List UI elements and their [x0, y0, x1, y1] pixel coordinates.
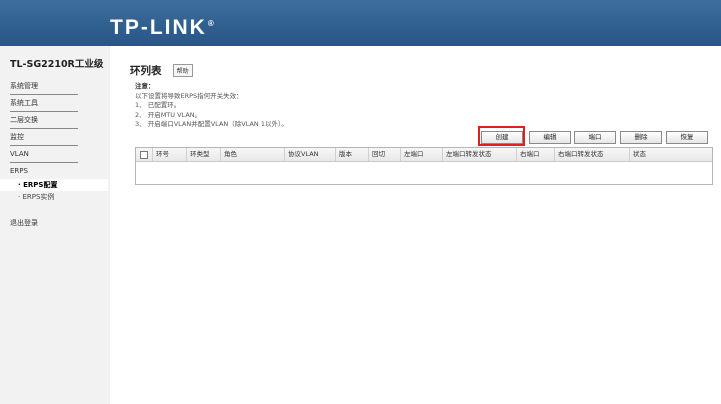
- notice-line: 1、 已配置环。: [135, 101, 181, 109]
- edit-button[interactable]: 编辑: [529, 131, 571, 144]
- sidebar-item-monitoring[interactable]: 监控: [10, 129, 78, 146]
- table-header: 环号 环类型 角色 协议VLAN 版本 回切 左端口 左端口转发状态 右端口 右…: [136, 148, 712, 162]
- notice-intro: 以下设置将导致ERPS指何开关失效：: [135, 91, 243, 100]
- select-all-checkbox[interactable]: [140, 151, 148, 159]
- column-header: 环号: [152, 148, 186, 161]
- top-banner: TP-LINK®: [0, 0, 721, 47]
- brand-name: TP-LINK: [110, 16, 207, 39]
- notice-line: 2、 开启MTU VLAN。: [135, 110, 202, 119]
- sidebar-menu: 系统管理 系统工具 二层交换 监控 VLAN ERPS · ERPS配置 · E…: [0, 78, 108, 203]
- main-content: 环列表 帮助 注意： 以下设置将导致ERPS指何开关失效： 1、 已配置环。 2…: [110, 46, 721, 404]
- restore-button[interactable]: 恢复: [666, 131, 708, 144]
- tp-link-logo: TP-LINK®: [110, 10, 214, 39]
- notice-title: 注意：: [135, 82, 155, 90]
- sidebar-item-vlan[interactable]: VLAN: [10, 146, 78, 163]
- sidebar-subitem-erps-instance[interactable]: · ERPS实例: [10, 191, 100, 203]
- column-header: 右端口转发状态: [554, 148, 629, 161]
- sidebar-item-l2-switching[interactable]: 二层交换: [10, 112, 78, 129]
- sidebar: TL-SG2210R工业级 系统管理 系统工具 二层交换 监控 VLAN ERP…: [0, 46, 110, 404]
- column-header: 状态: [629, 148, 712, 161]
- erps-submenu: · ERPS配置 · ERPS实例: [0, 179, 108, 203]
- column-header: 左端口: [400, 148, 442, 161]
- column-header: 角色: [220, 148, 284, 161]
- notice-line: 3、 开启端口VLAN并配置VLAN（除VLAN 1以外）。: [135, 120, 288, 128]
- column-header: 回切: [368, 148, 400, 161]
- port-button[interactable]: 端口: [574, 131, 616, 144]
- logout-link[interactable]: 退出登录: [10, 218, 38, 228]
- sidebar-item-system-tools[interactable]: 系统工具: [10, 95, 78, 112]
- notice-box: 注意： 以下设置将导致ERPS指何开关失效： 1、 已配置环。 2、 开启MTU…: [135, 82, 288, 130]
- column-header: 协议VLAN: [284, 148, 335, 161]
- column-header: 右端口: [516, 148, 554, 161]
- column-header: 环类型: [186, 148, 220, 161]
- registered-mark: ®: [207, 19, 214, 28]
- select-all-cell: [136, 148, 152, 161]
- ring-table: 环号 环类型 角色 协议VLAN 版本 回切 左端口 左端口转发状态 右端口 右…: [135, 147, 713, 185]
- device-model: TL-SG2210R工业级: [10, 59, 104, 70]
- column-header: 版本: [335, 148, 368, 161]
- delete-button[interactable]: 删除: [620, 131, 662, 144]
- create-button[interactable]: 创建: [481, 131, 523, 144]
- page-title: 环列表: [130, 65, 162, 77]
- help-button[interactable]: 帮助: [172, 64, 193, 77]
- column-header: 左端口转发状态: [442, 148, 516, 161]
- sidebar-item-erps[interactable]: ERPS: [10, 163, 78, 179]
- title-row: 环列表 帮助: [130, 60, 193, 79]
- sidebar-subitem-erps-config[interactable]: · ERPS配置: [0, 179, 108, 191]
- sidebar-item-system-management[interactable]: 系统管理: [10, 78, 78, 95]
